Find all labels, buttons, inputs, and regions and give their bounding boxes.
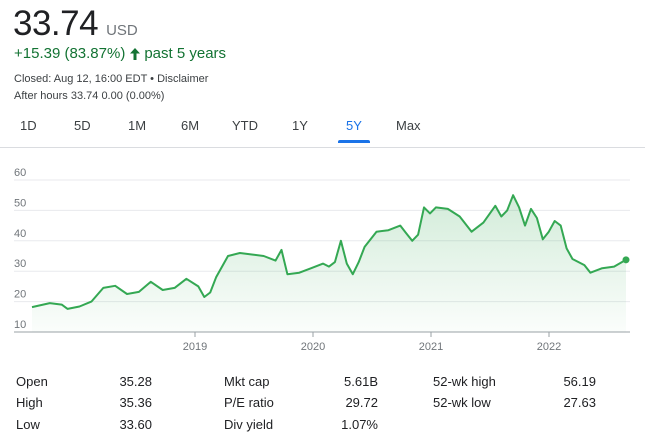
after-hours: After hours 33.74 0.00 (0.00%) [14, 90, 165, 102]
closed-status[interactable]: Closed: Aug 12, 16:00 EDT • Disclaimer [14, 73, 208, 85]
y-tick-label: 20 [14, 289, 26, 301]
tabs-divider [0, 147, 645, 148]
stat-value: 35.36 [119, 395, 152, 410]
stat-value: 27.63 [563, 395, 596, 410]
tab-1m[interactable]: 1M [128, 118, 146, 133]
stat-label: Low [16, 417, 40, 432]
stat-label: Div yield [224, 417, 274, 432]
x-tick-label: 2020 [301, 341, 325, 353]
currency-label: USD [106, 22, 138, 39]
change-period: past 5 years [144, 45, 227, 62]
y-tick-label: 60 [14, 167, 26, 179]
stat-value: 56.19 [563, 374, 596, 389]
stat-label: High [16, 395, 43, 410]
x-tick-label: 2021 [419, 341, 443, 353]
stat-label: Open [16, 374, 48, 389]
x-tick-label: 2022 [537, 341, 561, 353]
change-value: +15.39 (83.87%) [14, 45, 126, 62]
price-chart[interactable]: 60 50 40 30 20 10 2019 2020 2021 2022 [0, 160, 645, 360]
stat-value: 5.61B [344, 374, 378, 389]
tab-ytd[interactable]: YTD [232, 118, 258, 133]
tab-5y[interactable]: 5Y [346, 118, 362, 133]
quote-header: 33.74 USD [13, 4, 138, 44]
y-tick-label: 10 [14, 319, 26, 331]
stat-label: P/E ratio [224, 395, 274, 410]
stat-label: Mkt cap [224, 374, 270, 389]
y-tick-label: 30 [14, 258, 26, 270]
x-tick-label: 2019 [183, 341, 207, 353]
stat-value: 29.72 [345, 395, 378, 410]
tab-1y[interactable]: 1Y [292, 118, 308, 133]
active-tab-indicator [338, 140, 370, 143]
stat-label: 52-wk low [433, 395, 491, 410]
y-tick-label: 50 [14, 197, 26, 209]
price-area [32, 195, 626, 332]
stat-value: 35.28 [119, 374, 152, 389]
tab-6m[interactable]: 6M [181, 118, 199, 133]
current-price: 33.74 [13, 4, 99, 43]
current-point [622, 256, 630, 264]
stat-label: 52-wk high [433, 374, 496, 389]
y-tick-label: 40 [14, 228, 26, 240]
tab-1d[interactable]: 1D [20, 118, 37, 133]
stat-value: 33.60 [119, 417, 152, 432]
stat-value: 1.07% [341, 417, 378, 432]
tab-5d[interactable]: 5D [74, 118, 91, 133]
price-change: +15.39 (83.87%) past 5 years [14, 45, 226, 62]
tab-max[interactable]: Max [396, 118, 421, 133]
range-tabs: 1D 5D 1M 6M YTD 1Y 5Y Max [0, 114, 645, 144]
arrow-up-icon [130, 47, 141, 60]
